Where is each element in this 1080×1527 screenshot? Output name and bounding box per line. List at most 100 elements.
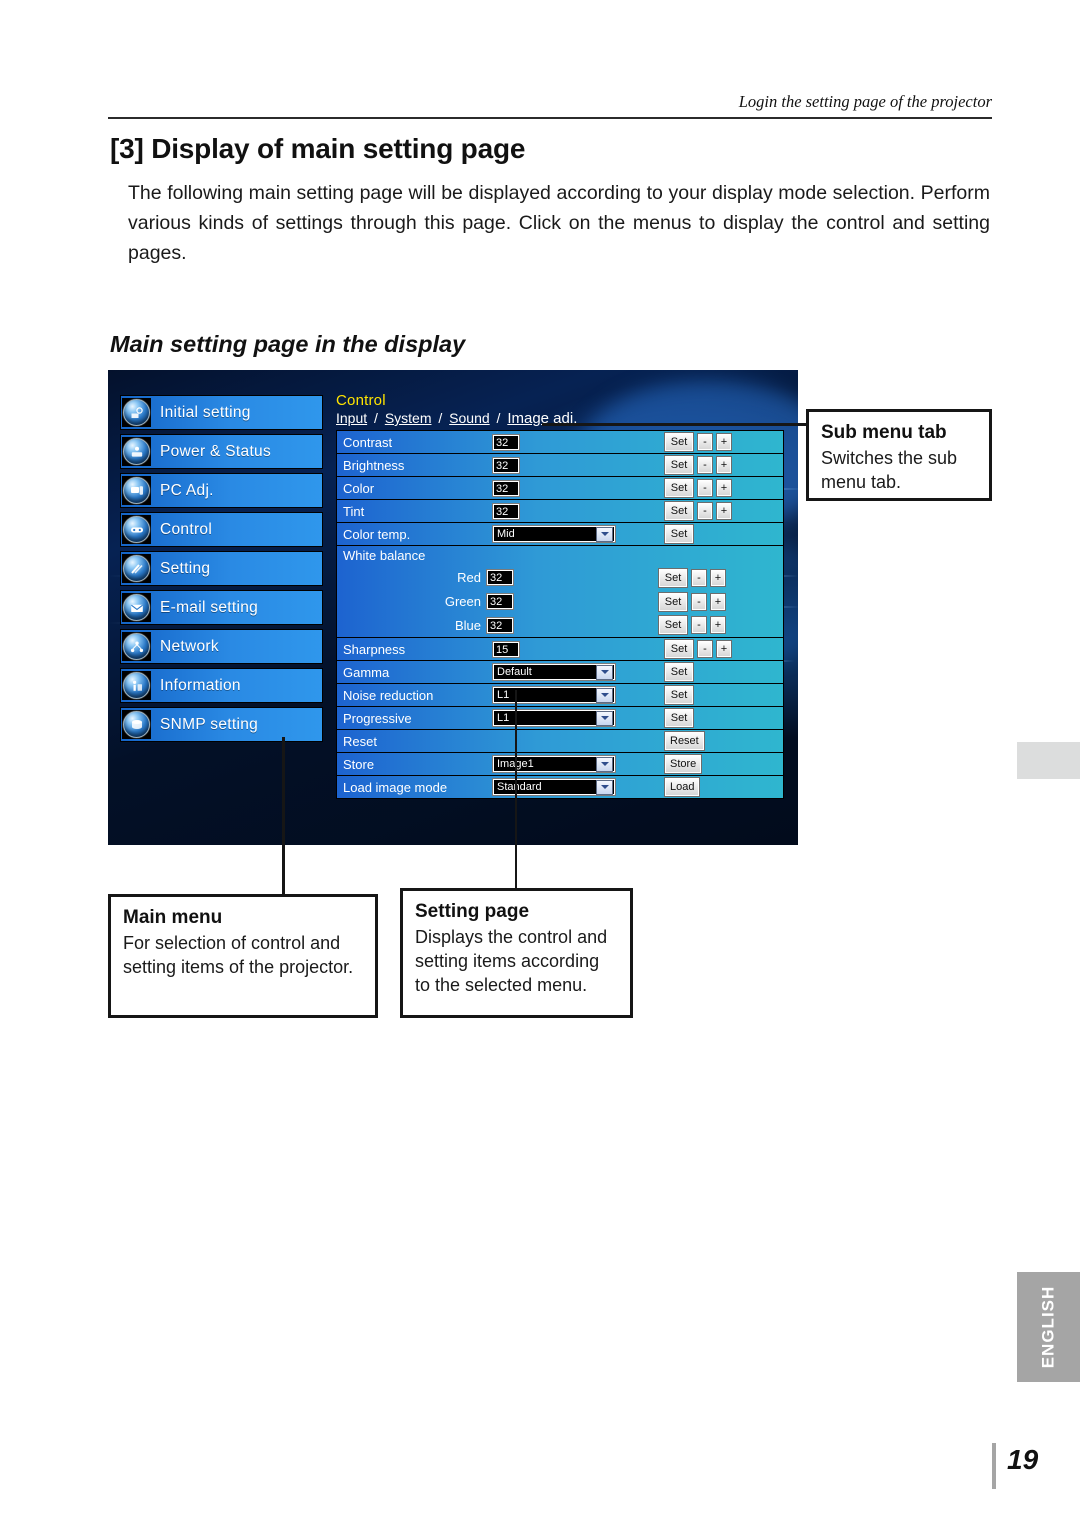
menu-item-initial-setting[interactable]: Initial setting	[120, 395, 323, 430]
reset-button[interactable]: Reset	[665, 732, 704, 750]
set-button[interactable]: Set	[665, 686, 693, 704]
chevron-down-icon[interactable]	[596, 687, 613, 703]
chevron-down-icon[interactable]	[596, 756, 613, 772]
decrement-button[interactable]: -	[698, 457, 712, 473]
tab-system[interactable]: System	[385, 410, 432, 426]
set-button[interactable]: Set	[659, 568, 687, 587]
progressive-select[interactable]: L1	[493, 710, 615, 726]
menu-item-setting[interactable]: Setting	[120, 551, 323, 586]
setting-actions: Set - +	[665, 456, 731, 474]
monitor-globe-icon	[122, 476, 151, 505]
decrement-button[interactable]: -	[692, 593, 706, 610]
menu-item-snmp-setting[interactable]: SNMP setting	[120, 707, 323, 742]
setting-label: Noise reduction	[343, 687, 434, 703]
color-input[interactable]: 32	[493, 480, 519, 496]
chevron-down-icon[interactable]	[596, 526, 613, 542]
set-button[interactable]: Set	[659, 616, 687, 635]
setting-label: Store	[343, 756, 375, 772]
setting-row-color-temp: Color temp. Mid Set	[337, 523, 783, 546]
channel-label: Green	[444, 594, 481, 609]
subsection-title: Main setting page in the display	[110, 331, 466, 357]
decrement-button[interactable]: -	[692, 569, 706, 586]
set-button[interactable]: Set	[665, 502, 693, 520]
white-balance-blue-input[interactable]: 32	[487, 617, 513, 633]
menu-item-label: Power & Status	[160, 442, 272, 460]
setting-label: Brightness	[343, 457, 405, 473]
increment-button[interactable]: +	[717, 480, 731, 496]
setting-actions: Set - +	[659, 592, 725, 611]
white-balance-green-input[interactable]: 32	[487, 594, 513, 609]
select-value: Default	[497, 666, 532, 678]
channel-label: Red	[457, 570, 481, 586]
store-button[interactable]: Store	[665, 755, 702, 773]
tab-input[interactable]: Input	[336, 410, 367, 426]
menu-item-label: Network	[160, 637, 219, 655]
select-value: L1	[497, 712, 510, 724]
page-header: Login the setting page of the projector	[108, 92, 992, 122]
menu-item-power-status[interactable]: Power & Status	[120, 434, 323, 469]
menu-item-information[interactable]: Information	[120, 668, 323, 703]
decrement-button[interactable]: -	[692, 617, 706, 634]
color-temp-select[interactable]: Mid	[493, 526, 615, 542]
increment-button[interactable]: +	[717, 457, 731, 473]
setting-row-store: Store Image1 Store	[337, 753, 783, 776]
increment-button[interactable]: +	[717, 641, 731, 657]
decrement-button[interactable]: -	[698, 503, 712, 519]
setting-row-white-balance: White balance Red 32 Set - + Green 32 Se…	[337, 546, 783, 638]
increment-button[interactable]: +	[717, 503, 731, 519]
increment-button[interactable]: +	[711, 617, 725, 634]
settings-table: Contrast 32 Set - + Brightness 32 Set - …	[336, 430, 784, 799]
setting-label: Gamma	[343, 664, 390, 680]
increment-button[interactable]: +	[717, 434, 731, 450]
callout-title: Sub menu tab	[821, 422, 947, 443]
chevron-down-icon[interactable]	[596, 779, 613, 795]
set-button[interactable]: Set	[659, 592, 687, 611]
setting-actions: Set - +	[665, 433, 731, 451]
decrement-button[interactable]: -	[698, 641, 712, 657]
set-button[interactable]: Set	[665, 663, 693, 681]
noise-reduction-select[interactable]: L1	[493, 687, 615, 703]
setting-actions: Store	[665, 755, 702, 773]
setting-label: Load image mode	[343, 779, 448, 795]
select-value: Standard	[497, 781, 542, 793]
page-number: 19	[1007, 1444, 1039, 1475]
decrement-button[interactable]: -	[698, 434, 712, 450]
chevron-down-icon[interactable]	[596, 710, 613, 726]
contrast-input[interactable]: 32	[493, 434, 519, 450]
load-button[interactable]: Load	[665, 778, 700, 796]
chevron-down-icon[interactable]	[596, 664, 613, 680]
decrement-button[interactable]: -	[698, 480, 712, 496]
setting-field: L1	[493, 710, 665, 726]
brightness-input[interactable]: 32	[493, 457, 519, 473]
menu-item-email-setting[interactable]: E-mail setting	[120, 590, 323, 625]
setting-field: 32	[493, 480, 665, 496]
gamma-select[interactable]: Default	[493, 664, 615, 680]
setting-label: Color temp.	[343, 526, 411, 542]
menu-item-control[interactable]: Control	[120, 512, 323, 547]
setting-row-color: Color 32 Set - +	[337, 477, 783, 500]
menu-item-network[interactable]: Network	[120, 629, 323, 664]
set-button[interactable]: Set	[665, 479, 693, 497]
set-button[interactable]: Set	[665, 640, 693, 658]
set-button[interactable]: Set	[665, 456, 693, 474]
increment-button[interactable]: +	[711, 593, 725, 610]
increment-button[interactable]: +	[711, 569, 725, 586]
tab-separator: /	[374, 410, 378, 426]
menu-item-pc-adj[interactable]: PC Adj.	[120, 473, 323, 508]
setting-field: Default	[493, 664, 665, 680]
sharpness-input[interactable]: 15	[493, 641, 519, 657]
store-select[interactable]: Image1	[493, 756, 615, 772]
setting-field: L1	[493, 687, 665, 703]
setting-row-progressive: Progressive L1 Set	[337, 707, 783, 730]
set-button[interactable]: Set	[665, 525, 693, 543]
load-image-mode-select[interactable]: Standard	[493, 779, 615, 795]
set-button[interactable]: Set	[665, 709, 693, 727]
setting-page-heading: Control	[336, 392, 386, 409]
tab-separator: /	[438, 410, 443, 426]
set-button[interactable]: Set	[665, 433, 693, 451]
white-balance-red-input[interactable]: 32	[487, 570, 513, 586]
tint-input[interactable]: 32	[493, 503, 519, 519]
setting-row-tint: Tint 32 Set - +	[337, 500, 783, 523]
tab-sound[interactable]: Sound	[449, 410, 489, 426]
side-marker-tab	[1017, 742, 1080, 779]
